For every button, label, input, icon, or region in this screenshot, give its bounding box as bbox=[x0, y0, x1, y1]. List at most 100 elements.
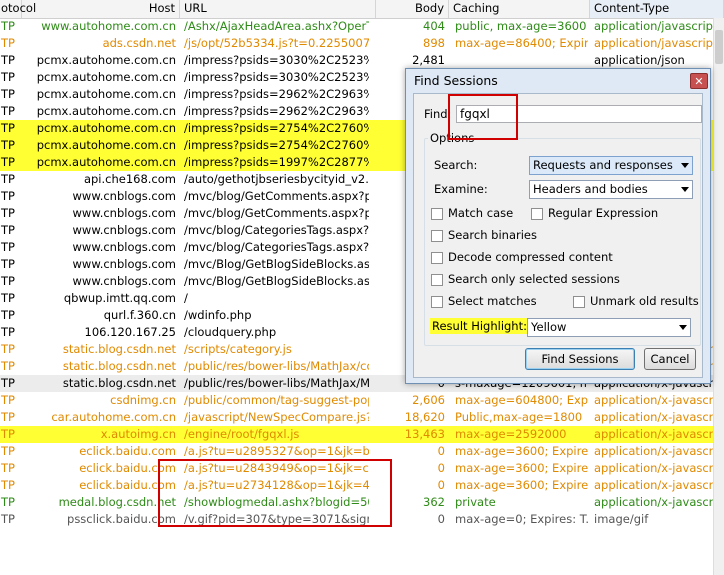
match-case-label: Match case bbox=[448, 206, 514, 220]
cell-host: pcmx.autohome.com.cn bbox=[36, 138, 176, 152]
cell-url: /impress?psids=2754%2C2760%2C... bbox=[184, 138, 369, 152]
cell-body: 0 bbox=[437, 478, 445, 492]
search-binaries-checkbox[interactable] bbox=[431, 230, 443, 242]
cell-host: pcmx.autohome.com.cn bbox=[36, 104, 176, 118]
cell-url: /impress?psids=1997%2C2877%2C... bbox=[184, 155, 369, 169]
cell-content-type: application/javascript; ch bbox=[594, 19, 714, 33]
cell-content-type: application/x-javascript bbox=[594, 478, 714, 492]
select-matches-label: Select matches bbox=[448, 294, 537, 308]
cell-host: pssclick.baidu.com bbox=[67, 512, 176, 526]
cell-host: pcmx.autohome.com.cn bbox=[36, 53, 176, 67]
cell-url: /a.js?tu=u2895327&op=1&jk=b4e5... bbox=[184, 444, 369, 458]
search-select[interactable]: Requests and responses bbox=[529, 156, 693, 175]
options-title: Options bbox=[428, 131, 477, 145]
find-sessions-button[interactable]: Find Sessions bbox=[525, 348, 635, 370]
cell-url: /mvc/Blog/GetBlogSideBlocks.aspx?... bbox=[184, 274, 369, 288]
cell-url: /public/common/tag-suggest-pop/js... bbox=[184, 393, 369, 407]
table-row[interactable]: TP medal.blog.csdn.net/showblogmedal.ashx… bbox=[0, 494, 724, 511]
cell-url: /javascript/NewSpecCompare.js?20... bbox=[184, 410, 369, 424]
cell-url: /public/res/bower-libs/MathJax/Mat... bbox=[184, 376, 369, 390]
select-matches-checkbox[interactable] bbox=[431, 296, 443, 308]
cell-url: /a.js?tu=u2734128&op=1&jk=4064... bbox=[184, 478, 369, 492]
cell-url: /impress?psids=3030%2C2523%2C... bbox=[184, 53, 369, 67]
cancel-button[interactable]: Cancel bbox=[644, 348, 696, 370]
result-highlight-select[interactable]: Yellow bbox=[527, 318, 691, 337]
cell-body: 0 bbox=[437, 461, 445, 475]
cell-url: /v.gif?pid=307&type=3071&sign=&... bbox=[184, 512, 369, 526]
cell-protocol: TP bbox=[1, 36, 15, 50]
chevron-down-icon bbox=[681, 187, 689, 192]
cell-url: /mvc/blog/CategoriesTags.aspx?blo... bbox=[184, 240, 369, 254]
cell-caching bbox=[455, 52, 588, 69]
unmark-checkbox[interactable] bbox=[573, 296, 585, 308]
cell-content-type: application/x-javascript bbox=[594, 393, 714, 407]
cell-protocol: TP bbox=[1, 410, 15, 424]
cell-caching: max-age=0; Expires: T... bbox=[455, 512, 588, 526]
vertical-scrollbar[interactable] bbox=[713, 18, 724, 575]
col-host-header[interactable]: Host bbox=[22, 0, 180, 18]
col-protocol-header[interactable]: otocol bbox=[0, 0, 36, 18]
cell-protocol: TP bbox=[1, 444, 15, 458]
cell-host: 106.120.167.25 bbox=[84, 325, 176, 339]
cell-protocol: TP bbox=[1, 478, 15, 492]
cell-protocol: TP bbox=[1, 393, 15, 407]
table-row[interactable]: TP eclick.baidu.com/a.js?tu=u2734128&op=1… bbox=[0, 477, 724, 494]
cell-protocol: TP bbox=[1, 155, 15, 169]
table-row[interactable]: TP x.autoimg.cn/engine/root/fgqxl.js 13,46… bbox=[0, 426, 724, 443]
match-case-checkbox[interactable] bbox=[431, 208, 443, 220]
cell-protocol: TP bbox=[1, 206, 15, 220]
cell-body: 13,463 bbox=[404, 427, 445, 441]
table-row[interactable]: TP pcmx.autohome.com.cn/impress?psids=303… bbox=[0, 52, 724, 69]
examine-label: Examine: bbox=[434, 182, 488, 196]
selected-only-checkbox[interactable] bbox=[431, 274, 443, 286]
result-highlight-value: Yellow bbox=[531, 320, 567, 334]
table-row[interactable]: TP www.autohome.com.cn/Ashx/AjaxHeadArea.… bbox=[0, 18, 724, 35]
close-icon[interactable]: ✕ bbox=[690, 73, 708, 89]
regex-checkbox[interactable] bbox=[531, 208, 543, 220]
table-row[interactable]: TP csdnimg.cn/public/common/tag-suggest-p… bbox=[0, 392, 724, 409]
cell-protocol: TP bbox=[1, 138, 15, 152]
cell-caching: max-age=3600; Expires... bbox=[455, 461, 588, 475]
col-url-header[interactable]: URL bbox=[180, 0, 376, 18]
cell-host: qbwup.imtt.qq.com bbox=[63, 291, 176, 305]
cell-url: / bbox=[184, 291, 188, 305]
search-label: Search: bbox=[434, 158, 478, 172]
cell-content-type: application/x-javascript bbox=[594, 444, 714, 458]
cell-url: /mvc/blog/CategoriesTags.aspx?blo... bbox=[184, 223, 369, 237]
scrollbar-thumb[interactable] bbox=[715, 30, 723, 64]
cell-url: /Ashx/AjaxHeadArea.ashx?OperTy... bbox=[184, 19, 369, 33]
cell-protocol: TP bbox=[1, 19, 15, 33]
cell-protocol: TP bbox=[1, 240, 15, 254]
cell-protocol: TP bbox=[1, 308, 15, 322]
col-body-header[interactable]: Body bbox=[376, 0, 449, 18]
table-row[interactable]: TP ads.csdn.net/js/opt/52b5334.js?t=0.225… bbox=[0, 35, 724, 52]
examine-select[interactable]: Headers and bodies bbox=[529, 180, 693, 199]
cell-host: pcmx.autohome.com.cn bbox=[36, 121, 176, 135]
cell-protocol: TP bbox=[1, 87, 15, 101]
table-row[interactable]: TP pssclick.baidu.com/v.gif?pid=307&type=… bbox=[0, 511, 724, 528]
cell-url: /mvc/Blog/GetBlogSideBlocks.aspx?... bbox=[184, 257, 369, 271]
decode-checkbox[interactable] bbox=[431, 252, 443, 264]
cell-caching: max-age=3600; Expires... bbox=[455, 444, 588, 458]
cell-host: eclick.baidu.com bbox=[79, 444, 176, 458]
cell-body: 0 bbox=[437, 512, 445, 526]
table-row[interactable]: TP car.autohome.com.cn/javascript/NewSpec… bbox=[0, 409, 724, 426]
cell-body: 2,481 bbox=[412, 53, 445, 67]
cell-host: pcmx.autohome.com.cn bbox=[36, 155, 176, 169]
cell-caching: private bbox=[455, 495, 496, 509]
cell-body: 0 bbox=[437, 444, 445, 458]
cell-content-type: application/json bbox=[594, 53, 685, 67]
search-select-value: Requests and responses bbox=[533, 158, 673, 172]
cell-host: pcmx.autohome.com.cn bbox=[36, 70, 176, 84]
table-row[interactable]: TP eclick.baidu.com/a.js?tu=u2895327&op=1… bbox=[0, 443, 724, 460]
cell-protocol: TP bbox=[1, 274, 15, 288]
find-input[interactable]: fgqxl bbox=[456, 105, 702, 123]
col-content-type-header[interactable]: Content-Type bbox=[590, 0, 724, 18]
cell-protocol: TP bbox=[1, 427, 15, 441]
cell-url: /impress?psids=2754%2C2760%2C... bbox=[184, 121, 369, 135]
table-row[interactable]: TP eclick.baidu.com/a.js?tu=u2843949&op=1… bbox=[0, 460, 724, 477]
cell-protocol: TP bbox=[1, 512, 15, 526]
cell-content-type: application/javascript bbox=[594, 36, 714, 50]
col-caching-header[interactable]: Caching bbox=[449, 0, 590, 18]
cell-host: www.autohome.com.cn bbox=[41, 19, 176, 33]
